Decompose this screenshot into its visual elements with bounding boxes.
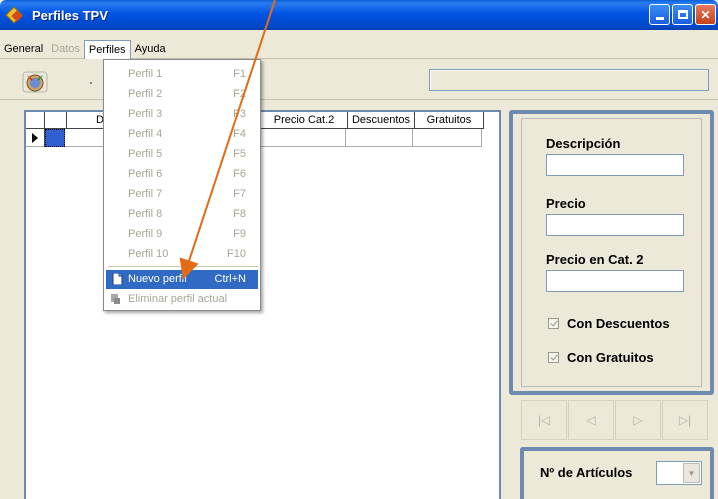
checkbox-checked-icon: [548, 352, 559, 363]
window-title: Perfiles TPV: [32, 7, 108, 23]
descripcion-input[interactable]: [546, 154, 684, 176]
first-record-icon: |◁: [537, 413, 551, 427]
menu-perfiles[interactable]: Perfiles: [83, 39, 131, 59]
toolbar-status-field: [429, 69, 709, 91]
con-descuentos-checkbox[interactable]: Con Descuentos: [548, 316, 670, 331]
menu-item-perfil-6[interactable]: Perfil 6 F6: [104, 165, 260, 184]
menu-item-perfil-5[interactable]: Perfil 5 F5: [104, 145, 260, 164]
profile-toolbar-button[interactable]: [22, 70, 48, 94]
table-cell[interactable]: [259, 129, 346, 147]
menu-ayuda[interactable]: Ayuda: [131, 40, 170, 59]
chevron-down-icon[interactable]: ▼: [683, 463, 700, 483]
con-gratuitos-checkbox[interactable]: Con Gratuitos: [548, 350, 654, 365]
minimize-icon: [655, 17, 664, 20]
first-record-button[interactable]: |◁: [521, 400, 567, 440]
menu-item-perfil-3[interactable]: Perfil 3 F3: [104, 105, 260, 124]
table-cell[interactable]: [413, 129, 482, 147]
menu-datos[interactable]: Datos: [47, 40, 84, 59]
app-icon: [5, 6, 24, 24]
checkbox-checked-icon: [548, 318, 559, 329]
menu-item-perfil-7[interactable]: Perfil 7 F7: [104, 185, 260, 204]
grid-col-precio-cat2[interactable]: Precio Cat.2: [261, 112, 348, 129]
current-row-icon: [32, 133, 38, 143]
selected-cell[interactable]: [45, 129, 65, 147]
maximize-button[interactable]: [672, 4, 693, 25]
prev-record-button[interactable]: ◁: [568, 400, 614, 440]
num-articulos-combo[interactable]: ▼: [656, 461, 702, 485]
prev-record-icon: ◁: [586, 413, 596, 427]
profiles-grid[interactable]: De Precio Cat.2 Descuentos Gratuitos: [24, 110, 501, 499]
menu-item-perfil-4[interactable]: Perfil 4 F4: [104, 125, 260, 144]
menu-item-perfil-1[interactable]: Perfil 1 F1: [104, 65, 260, 84]
grid-col-gratuitos[interactable]: Gratuitos: [415, 112, 484, 129]
menu-bar: General Datos Perfiles Ayuda: [0, 39, 718, 59]
title-bar: Perfiles TPV ✕: [0, 0, 718, 30]
last-record-icon: ▷|: [678, 413, 692, 427]
row-indicator: [26, 129, 45, 147]
grid-header-blank: [45, 112, 67, 129]
last-record-button[interactable]: ▷|: [662, 400, 708, 440]
next-record-icon: ▷: [633, 413, 643, 427]
menu-general[interactable]: General: [0, 40, 47, 59]
next-record-button[interactable]: ▷: [615, 400, 661, 440]
menu-item-perfil-8[interactable]: Perfil 8 F8: [104, 205, 260, 224]
menu-item-perfil-9[interactable]: Perfil 9 F9: [104, 225, 260, 244]
minimize-button[interactable]: [649, 4, 670, 25]
grid-header-indicator: [26, 112, 45, 129]
window-controls: ✕: [649, 4, 716, 25]
menu-item-eliminar-perfil[interactable]: Eliminar perfil actual: [104, 290, 260, 309]
article-count-panel: Nº de Artículos ▼: [520, 447, 714, 499]
precio-cat2-input[interactable]: [546, 270, 684, 292]
num-articulos-label: Nº de Artículos: [540, 465, 633, 480]
con-descuentos-label: Con Descuentos: [567, 316, 670, 331]
table-cell[interactable]: [346, 129, 413, 147]
detail-panel: Descripción Precio Precio en Cat. 2 Con …: [509, 110, 714, 395]
menu-item-perfil-2[interactable]: Perfil 2 F2: [104, 85, 260, 104]
con-gratuitos-label: Con Gratuitos: [567, 350, 654, 365]
perfiles-dropdown: Perfil 1 F1 Perfil 2 F2 Perfil 3 F3 Perfil …: [103, 59, 261, 311]
descripcion-label: Descripción: [546, 136, 621, 151]
grid-col-descuentos[interactable]: Descuentos: [348, 112, 415, 129]
precio-cat2-label: Precio en Cat. 2: [546, 252, 644, 267]
close-button[interactable]: ✕: [695, 4, 716, 25]
close-icon: ✕: [700, 7, 711, 22]
menu-item-perfil-10[interactable]: Perfil 10 F10: [104, 245, 260, 264]
toolbar-separator: [90, 82, 92, 84]
menu-separator: [108, 266, 258, 267]
precio-label: Precio: [546, 196, 586, 211]
new-document-icon: [112, 273, 123, 285]
precio-input[interactable]: [546, 214, 684, 236]
menu-item-nuevo-perfil[interactable]: Nuevo perfil Ctrl+N: [106, 270, 258, 289]
delete-profile-icon: [111, 294, 120, 304]
maximize-icon: [677, 10, 688, 19]
